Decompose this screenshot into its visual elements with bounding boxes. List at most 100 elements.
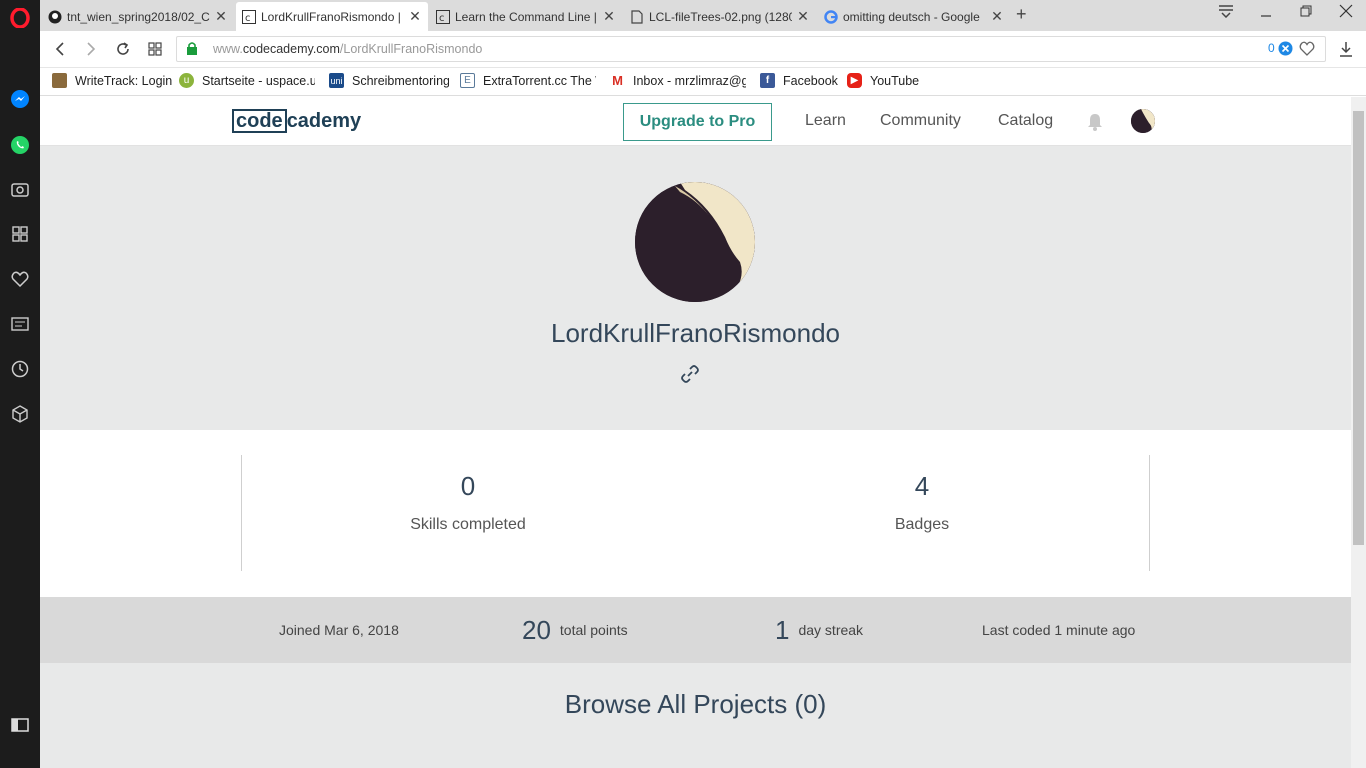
profile-meta-bar: Joined Mar 6, 2018 20 total points 1 day…: [40, 597, 1351, 663]
new-tab-button[interactable]: +: [1016, 4, 1027, 25]
minimize-button[interactable]: [1256, 4, 1276, 22]
badges-stat[interactable]: 4 Badges: [822, 471, 1022, 534]
adblock-count[interactable]: 0: [1268, 41, 1275, 55]
sidebar-toggle-icon[interactable]: [8, 713, 32, 737]
scrollbar-thumb[interactable]: [1353, 111, 1364, 545]
tab-title: tnt_wien_spring2018/02_C: [67, 9, 210, 24]
bookmark-facebook[interactable]: f Facebook: [760, 73, 840, 88]
tab-menu-icon[interactable]: [1216, 4, 1236, 22]
opera-menu-icon[interactable]: [8, 6, 32, 30]
points-value: 20: [522, 614, 551, 645]
adblock-icon[interactable]: [1278, 41, 1293, 61]
bookmark-extratorrent[interactable]: E ExtraTorrent.cc The W: [460, 73, 596, 88]
google-icon: [824, 9, 838, 24]
tab-google-search[interactable]: omitting deutsch - Google ✕: [818, 2, 1010, 31]
github-icon: [48, 10, 62, 24]
nav-catalog[interactable]: Catalog: [998, 112, 1053, 130]
url-text: www.codecademy.com/LordKrullFranoRismond…: [213, 42, 483, 56]
bookmark-label: Schreibmentoring: [352, 73, 449, 88]
tab-learn-command-line[interactable]: c Learn the Command Line | ✕: [430, 2, 622, 31]
uni-icon: uni: [329, 73, 344, 88]
browse-projects-heading: Browse All Projects (0): [564, 689, 827, 719]
history-icon[interactable]: [8, 357, 32, 381]
secure-lock-icon: [187, 42, 197, 60]
gmail-icon: M: [610, 73, 625, 88]
tab-github[interactable]: tnt_wien_spring2018/02_C ✕: [42, 2, 234, 31]
page-scrollbar[interactable]: [1351, 97, 1366, 768]
facebook-icon: f: [760, 73, 775, 88]
profile-username: LordKrullFranoRismondo: [550, 318, 841, 348]
speed-dial-icon[interactable]: [8, 222, 32, 246]
uspace-icon: u: [179, 73, 194, 88]
bookmarks-heart-icon[interactable]: [8, 267, 32, 291]
tab-close-icon[interactable]: ✕: [990, 8, 1004, 25]
total-points: 20 total points: [522, 597, 628, 663]
streak-label: day streak: [798, 622, 864, 638]
extensions-icon[interactable]: [8, 402, 32, 426]
tab-image-file[interactable]: LCL-fileTrees-02.png (1280 ✕: [624, 2, 816, 31]
tab-title: omitting deutsch - Google: [843, 9, 980, 24]
skills-count: 0: [460, 471, 476, 501]
tab-title: LordKrullFranoRismondo |: [261, 9, 401, 24]
browser-sidebar: [0, 0, 40, 768]
badges-label: Badges: [894, 516, 950, 533]
nav-community[interactable]: Community: [880, 112, 961, 130]
tab-title: LCL-fileTrees-02.png (1280: [649, 9, 792, 24]
codecademy-icon: c: [436, 9, 450, 24]
news-icon[interactable]: [8, 312, 32, 336]
codecademy-icon: c: [242, 9, 256, 24]
writetrack-icon: [52, 73, 67, 88]
upgrade-to-pro-button[interactable]: Upgrade to Pro: [623, 103, 772, 141]
bookmark-uspace[interactable]: u Startseite - uspace.un: [179, 73, 315, 88]
profile-header: LordKrullFranoRismondo: [40, 146, 1351, 430]
address-toolbar: www.codecademy.com/LordKrullFranoRismond…: [40, 31, 1366, 68]
tab-title: Learn the Command Line |: [455, 9, 597, 24]
bookmark-youtube[interactable]: ▶ YouTube: [847, 73, 927, 88]
streak-value: 1: [775, 614, 790, 645]
youtube-icon: ▶: [847, 73, 862, 88]
tab-close-icon[interactable]: ✕: [796, 8, 810, 25]
reload-button[interactable]: [113, 39, 133, 59]
back-button[interactable]: [50, 39, 70, 59]
svg-text:c: c: [439, 13, 445, 24]
bookmark-label: Startseite - uspace.un: [202, 73, 315, 88]
bookmark-schreibmentoring[interactable]: uni Schreibmentoring: [329, 73, 449, 88]
downloads-icon[interactable]: [1336, 39, 1356, 59]
speed-dial-button[interactable]: [145, 39, 165, 59]
codecademy-logo[interactable]: code cademy: [232, 109, 361, 133]
skills-label: Skills completed: [410, 516, 526, 533]
close-window-button[interactable]: [1336, 4, 1356, 22]
profile-link-icon[interactable]: [681, 365, 699, 388]
logo-text: cademy: [286, 109, 362, 132]
last-coded: Last coded 1 minute ago: [982, 622, 1136, 638]
extratorrent-icon: E: [460, 73, 475, 88]
bookmark-label: Inbox - mrzlimraz@g: [633, 73, 746, 88]
file-icon: [630, 9, 644, 24]
bookmark-label: WriteTrack: Login: [75, 73, 173, 88]
tab-close-icon[interactable]: ✕: [602, 8, 616, 25]
tab-close-icon[interactable]: ✕: [214, 8, 228, 25]
tab-close-icon[interactable]: ✕: [408, 8, 422, 25]
url-field[interactable]: www.codecademy.com/LordKrullFranoRismond…: [176, 36, 1326, 62]
tab-codecademy-profile[interactable]: c LordKrullFranoRismondo | ✕: [236, 2, 428, 31]
user-avatar-menu[interactable]: [1131, 109, 1155, 133]
bookmark-gmail[interactable]: M Inbox - mrzlimraz@g: [610, 73, 746, 88]
restore-button[interactable]: [1296, 4, 1316, 21]
messenger-icon[interactable]: [8, 87, 32, 111]
bookmark-label: Facebook: [783, 73, 838, 88]
snapshot-icon[interactable]: [8, 177, 32, 201]
notifications-bell-icon[interactable]: [1087, 113, 1103, 136]
nav-learn[interactable]: Learn: [805, 112, 846, 130]
whatsapp-icon[interactable]: [8, 133, 32, 157]
bookmarks-bar: WriteTrack: Login u Startseite - uspace.…: [40, 68, 1366, 96]
skills-completed-stat: 0 Skills completed: [368, 471, 568, 534]
projects-section: Browse All Projects (0): [40, 663, 1351, 768]
bookmark-writetrack[interactable]: WriteTrack: Login: [52, 73, 174, 88]
site-header: code cademy Upgrade to Pro Learn Communit…: [40, 97, 1351, 146]
tab-strip: tnt_wien_spring2018/02_C ✕ c LordKrullFr…: [40, 0, 1366, 31]
svg-text:c: c: [245, 13, 251, 24]
logo-boxed-text: code: [232, 109, 287, 133]
day-streak: 1 day streak: [775, 597, 863, 663]
bookmark-heart-icon[interactable]: [1299, 41, 1315, 61]
forward-button[interactable]: [81, 39, 101, 59]
